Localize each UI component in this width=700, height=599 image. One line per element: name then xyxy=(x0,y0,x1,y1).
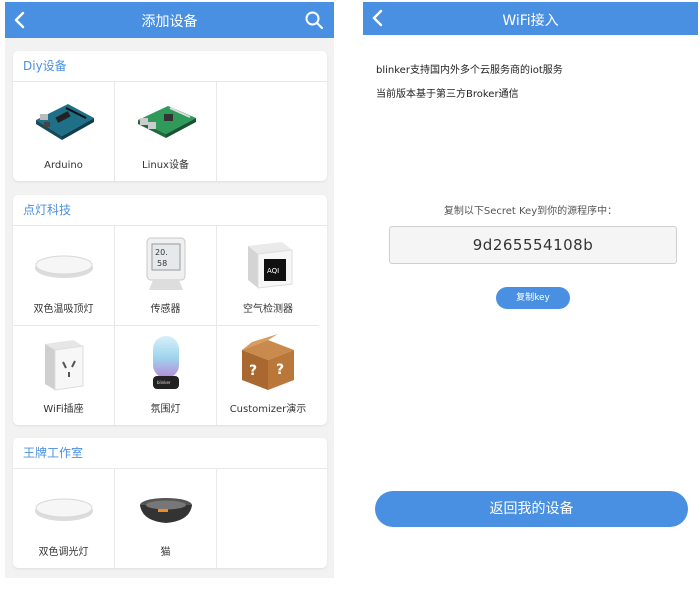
device-label: 双色调光灯 xyxy=(38,547,89,558)
device-dual-light[interactable]: 双色调光灯 xyxy=(13,469,115,568)
device-air-detector[interactable]: AQI 空气检测器 xyxy=(217,226,319,326)
sensor-temp-text: 20. xyxy=(155,248,168,257)
ceiling-lamp-icon xyxy=(34,255,93,278)
arduino-board-icon xyxy=(35,104,94,140)
pet-bowl-icon xyxy=(139,498,192,523)
top-bar: WiFi接入 xyxy=(363,2,698,35)
section-wangpai: 王牌工作室 双色调光灯 猫 xyxy=(13,438,327,568)
box-mark-left: ? xyxy=(249,363,257,379)
device-wifi-socket[interactable]: WiFi插座 xyxy=(13,326,115,425)
search-icon[interactable] xyxy=(304,10,324,30)
section-diy: Diy设备 Arduino Linux设备 xyxy=(13,51,327,181)
page-title: WiFi接入 xyxy=(502,13,559,29)
device-sensor[interactable]: 20. 58 传感器 xyxy=(115,226,217,326)
section-diandeng: 点灯科技 双色温吸顶灯 20. 58 传感器 AQI 空气检测器 WiFi插座 … xyxy=(13,195,327,425)
copy-key-button[interactable]: 复制key xyxy=(496,287,570,309)
device-label: 氛围灯 xyxy=(150,404,181,415)
page-title: 添加设备 xyxy=(141,14,198,30)
device-customizer[interactable]: ? ? Customizer演示 xyxy=(217,326,319,425)
section-title: 王牌工作室 xyxy=(13,438,327,469)
air-detector-icon: AQI xyxy=(248,242,293,289)
empty-cell xyxy=(217,82,319,181)
section-title: 点灯科技 xyxy=(13,195,327,226)
ambient-lamp-icon: blinker xyxy=(152,336,179,389)
device-arduino[interactable]: Arduino xyxy=(13,82,115,181)
device-label: Linux设备 xyxy=(142,160,189,171)
aqi-text: AQI xyxy=(267,267,279,275)
secret-key-field[interactable]: 9d265554108b xyxy=(389,226,677,264)
box-mark-right: ? xyxy=(276,362,284,378)
linux-board-icon xyxy=(137,106,196,138)
device-ambient-lamp[interactable]: blinker 氛围灯 xyxy=(115,326,217,425)
device-linux[interactable]: Linux设备 xyxy=(115,82,217,181)
section-title: Diy设备 xyxy=(13,51,327,82)
device-label: 双色温吸顶灯 xyxy=(33,304,94,315)
ceiling-lamp-icon xyxy=(34,498,93,521)
sensor-icon: 20. 58 xyxy=(146,237,185,290)
wifi-access-screen: WiFi接入 blinker支持国内外多个云服务商的iot服务 当前版本基于第三… xyxy=(363,2,698,578)
device-label: 猫 xyxy=(160,547,171,558)
sensor-humidity-text: 58 xyxy=(157,259,167,268)
empty-cell xyxy=(217,469,319,568)
device-ceiling-lamp[interactable]: 双色温吸顶灯 xyxy=(13,226,115,326)
device-label: 传感器 xyxy=(150,304,181,315)
device-label: Arduino xyxy=(44,160,83,171)
device-label: Customizer演示 xyxy=(229,404,307,415)
device-label: WiFi插座 xyxy=(43,404,84,415)
add-device-screen: 添加设备 Diy设备 Arduino Linux设备 点灯科技 双色温吸顶灯 2… xyxy=(5,2,334,578)
description-line-1: blinker支持国内外多个云服务商的iot服务 xyxy=(376,65,563,76)
description-line-2: 当前版本基于第三方Broker通信 xyxy=(376,89,519,100)
top-bar: 添加设备 xyxy=(5,2,334,38)
lamp-brand-text: blinker xyxy=(157,380,171,385)
return-to-devices-button[interactable]: 返回我的设备 xyxy=(375,491,688,527)
box-icon: ? ? xyxy=(242,334,294,390)
copy-instruction: 复制以下Secret Key到你的源程序中： xyxy=(443,206,618,217)
device-label: 空气检测器 xyxy=(243,304,293,315)
device-cat[interactable]: 猫 xyxy=(115,469,217,568)
wifi-socket-icon xyxy=(44,340,83,391)
